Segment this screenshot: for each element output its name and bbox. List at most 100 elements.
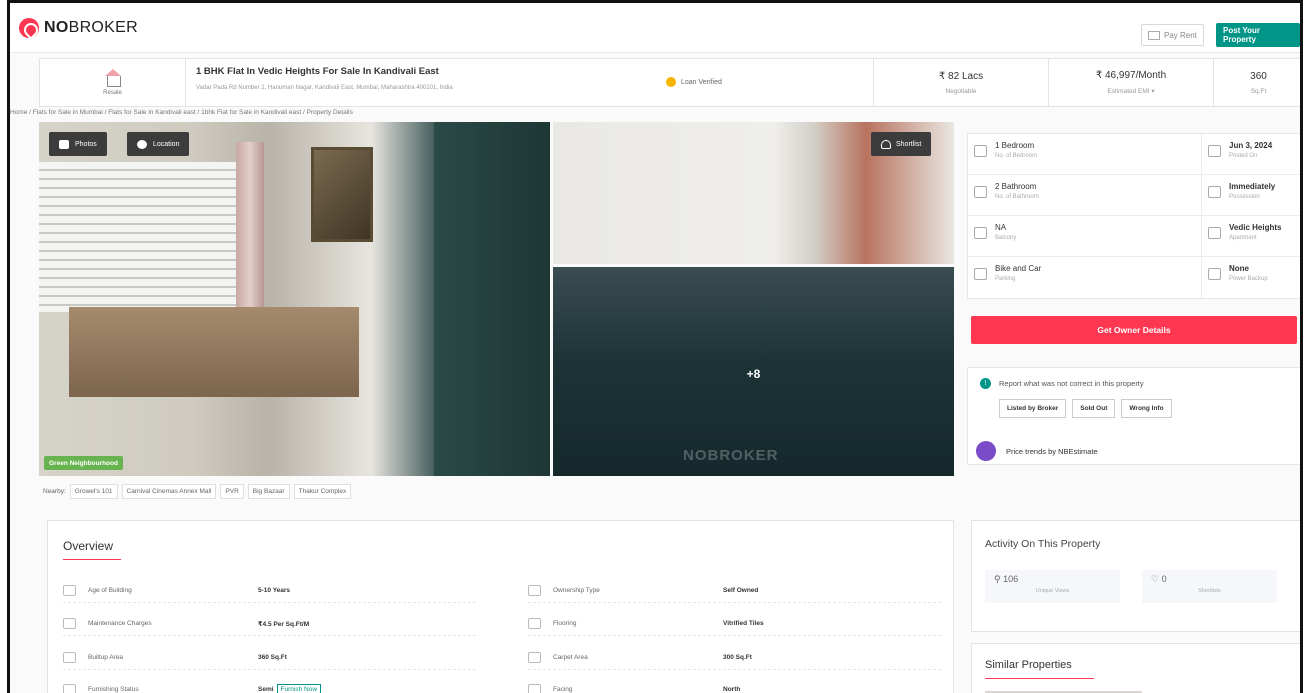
main-photo[interactable]: Photos Location Green Neighbourhood: [39, 122, 550, 476]
nearby-chip[interactable]: Big Bazaar: [247, 484, 290, 499]
overview-row: Carpet Area 300 Sq.Ft: [528, 652, 941, 670]
building-age-icon: [63, 585, 76, 596]
price: ₹ 82 Lacs: [938, 70, 984, 82]
detail-power-backup: None Power Backup: [1201, 257, 1300, 298]
price-sub: Negotiable: [945, 87, 977, 95]
overview-value: Semi: [258, 686, 274, 693]
overview-row: Ownership Type Self Owned: [528, 585, 941, 603]
overview-value: ₹4.5 Per Sq.Ft/M: [258, 620, 310, 628]
breadcrumb[interactable]: Home / Flats for Sale in Mumbai / Flats …: [10, 109, 353, 116]
detail-value: 1 Bedroom: [995, 141, 1035, 150]
info-icon: !: [980, 378, 991, 389]
door-image: [434, 122, 549, 476]
overview-row: Flooring Vitrified Tiles: [528, 618, 941, 636]
report-buttons: Listed by Broker Sold Out Wrong Info: [999, 399, 1172, 418]
car-icon: [974, 268, 987, 280]
flooring-icon: [528, 618, 541, 629]
shortlists-count: ♡ 0: [1151, 574, 1167, 584]
views-count: ⚲ 106: [994, 574, 1019, 584]
overview-row: Facing North: [528, 684, 941, 693]
overview-value: 360 Sq.Ft: [258, 654, 287, 661]
detail-value: None: [1229, 264, 1249, 273]
detail-label: Apartment: [1229, 235, 1257, 241]
sofa-image: [69, 307, 359, 397]
listed-by-broker-button[interactable]: Listed by Broker: [999, 399, 1067, 418]
get-owner-details-button[interactable]: Get Owner Details: [971, 316, 1297, 344]
detail-bathroom: 2 Bathroom No. of Bathroom: [968, 175, 1201, 216]
photo-3[interactable]: +8 NOBROKER: [553, 267, 954, 476]
location-button[interactable]: Location: [127, 132, 190, 156]
nobroker-logo[interactable]: NOBROKER: [19, 18, 138, 38]
shortlists-label: Shortlists: [1198, 588, 1221, 594]
loan-label: Loan Verified: [681, 78, 722, 86]
area-unit: Sq.Ft: [1250, 87, 1267, 95]
compass-icon: [137, 139, 147, 149]
overview-label: Maintenance Charges: [88, 620, 152, 627]
shortlist-label: Shortlist: [896, 140, 922, 148]
green-neighbourhood-badge: Green Neighbourhood: [44, 456, 123, 470]
overview-row: Age of Building 5-10 Years: [63, 585, 476, 603]
overview-title: Overview: [63, 539, 114, 553]
property-details-grid: 1 Bedroom No. of Bedroom Jun 3, 2024 Poste…: [967, 133, 1300, 299]
overview-underline: [63, 559, 121, 560]
shortlist-button[interactable]: Shortlist: [871, 132, 932, 156]
overview-value: 300 Sq.Ft: [723, 654, 752, 661]
photo-gallery: Photos Location Green Neighbourhood Shor…: [39, 122, 954, 478]
furnish-now-link[interactable]: Furnish Now: [276, 684, 322, 693]
photos-button[interactable]: Photos: [49, 132, 107, 156]
overview-value: North: [723, 686, 741, 693]
battery-icon: [1208, 268, 1221, 280]
post-property-button[interactable]: Post Your Property: [1216, 23, 1300, 47]
views-label: Unique Views: [1035, 588, 1070, 594]
builtup-icon: [63, 652, 76, 663]
area-cell: 360 Sq.Ft: [1213, 59, 1300, 106]
wrong-info-button[interactable]: Wrong Info: [1121, 399, 1172, 418]
nearby-chip[interactable]: Carnival Cinemas Annex Mall: [121, 484, 217, 499]
overview-label: Carpet Area: [553, 654, 588, 661]
overview-section: Overview Age of Building 5-10 Years Owner…: [47, 520, 954, 693]
detail-apartment: Vedic Heights Apartment: [1201, 216, 1300, 257]
unique-views-box: ⚲ 106 Unique Views: [985, 570, 1120, 603]
nearby-chip[interactable]: Thakur Complex: [293, 484, 352, 499]
detail-value: 2 Bathroom: [995, 182, 1037, 191]
location-label: Location: [153, 140, 180, 148]
more-photos-count: +8: [746, 367, 761, 381]
nearby-places: Nearby: Growel's 101 Carnival Cinemas An…: [43, 484, 352, 499]
detail-parking: Bike and Car Parking: [968, 257, 1201, 298]
camera-icon: [59, 139, 69, 149]
building-icon: [1208, 227, 1221, 239]
overview-label: Facing: [553, 686, 573, 693]
similar-underline: [985, 678, 1094, 679]
detail-value: Bike and Car: [995, 264, 1042, 273]
price-trends-label: Price trends by NBEstimate: [1006, 446, 1098, 456]
price-trends-link[interactable]: Price trends by NBEstimate: [976, 441, 1098, 461]
overview-label: Furnishing Status: [88, 686, 139, 693]
overview-label: Age of Building: [88, 587, 132, 594]
detail-label: Parking: [995, 276, 1016, 282]
emi-sub: Estimated EMI ▾: [1107, 88, 1155, 95]
photo-2[interactable]: Shortlist: [553, 122, 954, 264]
detail-label: Balcony: [995, 235, 1017, 241]
pay-rent-label: Pay Rent: [1164, 30, 1197, 40]
loan-verified: Loan Verified: [666, 77, 722, 87]
overview-row: Furnishing Status Semi Furnish Now: [63, 684, 476, 693]
property-type-label: Resale: [103, 90, 122, 96]
title-block: 1 BHK Flat In Vedic Heights For Sale In …: [186, 59, 666, 106]
emi-cell[interactable]: ₹ 46,997/Month Estimated EMI ▾: [1048, 59, 1213, 106]
pay-rent-button[interactable]: Pay Rent: [1141, 24, 1204, 46]
loan-block: Loan Verified: [666, 59, 873, 106]
nearby-chip[interactable]: Growel's 101: [69, 484, 118, 499]
detail-value: Jun 3, 2024: [1229, 141, 1273, 150]
overview-value: Vitrified Tiles: [723, 620, 764, 627]
watermark: NOBROKER: [683, 447, 779, 464]
sold-out-button[interactable]: Sold Out: [1072, 399, 1116, 418]
browser-frame: NOBROKER Pay Rent Post Your Property Res…: [7, 0, 1303, 693]
nearby-chip[interactable]: PVR: [220, 484, 244, 499]
carpet-icon: [528, 652, 541, 663]
bath-icon: [974, 186, 987, 198]
detail-posted-on: Jun 3, 2024 Posted On: [1201, 134, 1300, 175]
calendar-icon: [1208, 145, 1221, 157]
card-icon: [1148, 30, 1160, 40]
detail-label: Posted On: [1229, 153, 1258, 159]
bed-icon: [974, 145, 987, 157]
